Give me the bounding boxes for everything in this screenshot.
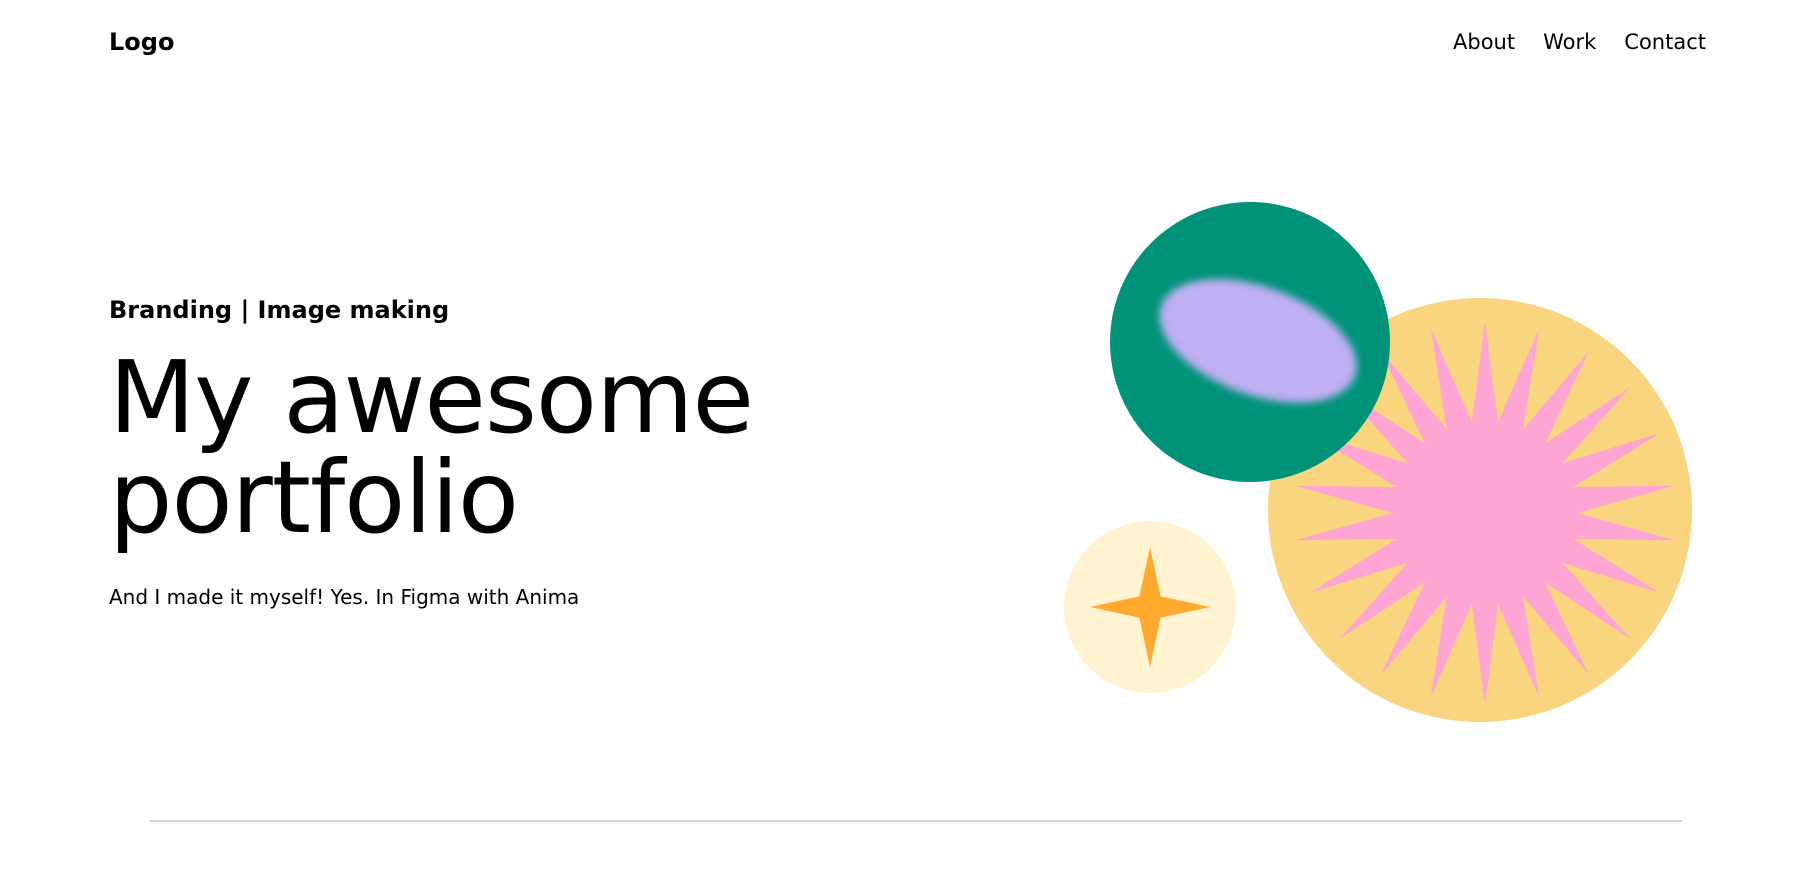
hero-eyebrow: Branding | Image making xyxy=(109,296,450,324)
nav-link-work[interactable]: Work xyxy=(1543,22,1596,62)
nav-link-about[interactable]: About xyxy=(1453,22,1515,62)
hero-subtitle: And I made it myself! Yes. In Figma with… xyxy=(109,585,580,609)
hero-illustration xyxy=(1060,195,1710,735)
hero-illustration-svg xyxy=(1064,202,1692,722)
hero-headline: My awesome portfolio xyxy=(109,348,909,548)
logo[interactable]: Logo xyxy=(109,22,174,62)
nav-link-contact[interactable]: Contact xyxy=(1624,22,1706,62)
hero-section: Branding | Image making My awesome portf… xyxy=(109,290,909,612)
section-divider xyxy=(149,820,1682,822)
main-nav: About Work Contact xyxy=(1453,22,1706,62)
hero-headline-line-2: portfolio xyxy=(109,439,519,556)
